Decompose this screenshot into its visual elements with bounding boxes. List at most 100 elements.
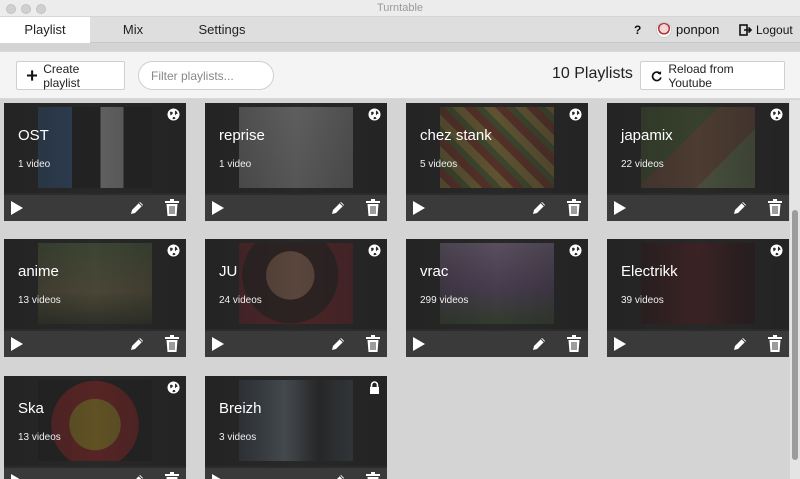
trash-icon[interactable] <box>768 335 782 352</box>
play-icon[interactable] <box>10 336 24 352</box>
pencil-icon[interactable] <box>732 336 748 352</box>
trash-icon[interactable] <box>165 472 179 479</box>
globe-icon <box>569 108 582 121</box>
playlist-card-anime[interactable]: anime 13 videos <box>4 239 186 357</box>
playlist-title: reprise <box>219 127 265 144</box>
avatar <box>656 22 672 38</box>
pencil-icon[interactable] <box>129 473 145 479</box>
playlist-card-breizh[interactable]: Breizh 3 videos <box>205 376 387 479</box>
create-playlist-button[interactable]: Create playlist <box>16 61 125 90</box>
playlist-actions <box>406 195 588 221</box>
pencil-icon[interactable] <box>531 200 547 216</box>
playlist-card-electrikk[interactable]: Electrikk 39 videos <box>607 239 789 357</box>
playlist-title: japamix <box>621 127 673 144</box>
playlist-actions <box>205 331 387 357</box>
pencil-icon[interactable] <box>732 200 748 216</box>
playlist-grid: OST 1 video reprise 1 video chez stank 5… <box>0 100 790 479</box>
playlist-video-count: 1 video <box>18 159 51 170</box>
thumbnail-overlay <box>4 103 186 193</box>
trash-icon[interactable] <box>165 199 179 216</box>
reload-label: Reload from Youtube <box>668 61 734 90</box>
plus-icon <box>27 70 38 81</box>
tab-settings[interactable]: Settings <box>176 17 268 43</box>
username: ponpon <box>676 22 720 37</box>
pencil-icon[interactable] <box>129 200 145 216</box>
tab-mix[interactable]: Mix <box>90 17 176 43</box>
playlist-card-reprise[interactable]: reprise 1 video <box>205 103 387 221</box>
play-icon[interactable] <box>10 200 24 216</box>
play-icon[interactable] <box>211 200 225 216</box>
trash-icon[interactable] <box>366 335 380 352</box>
play-icon[interactable] <box>613 336 627 352</box>
trash-icon[interactable] <box>165 335 179 352</box>
playlist-card-vrac[interactable]: vrac 299 videos <box>406 239 588 357</box>
filter-playlists-input[interactable] <box>138 61 274 90</box>
playlist-card-japamix[interactable]: japamix 22 videos <box>607 103 789 221</box>
user-menu[interactable]: ponpon <box>656 17 719 43</box>
playlist-card-chez-stank[interactable]: chez stank 5 videos <box>406 103 588 221</box>
logout-button[interactable]: Logout <box>739 17 793 43</box>
globe-icon <box>167 244 180 257</box>
pencil-icon[interactable] <box>129 336 145 352</box>
playlist-video-count: 13 videos <box>18 295 61 306</box>
play-icon[interactable] <box>412 200 426 216</box>
play-icon[interactable] <box>10 473 24 479</box>
tab-playlist[interactable]: Playlist <box>0 17 90 43</box>
main-nav: Playlist Mix Settings ? ponpon Logout <box>0 17 800 43</box>
trash-icon[interactable] <box>366 472 380 479</box>
pencil-icon[interactable] <box>330 336 346 352</box>
globe-icon <box>569 244 582 257</box>
playlist-card-ska[interactable]: Ska 13 videos <box>4 376 186 479</box>
play-icon[interactable] <box>613 200 627 216</box>
window-title: Turntable <box>376 2 424 14</box>
create-playlist-label: Create playlist <box>43 61 80 90</box>
playlist-video-count: 299 videos <box>420 295 469 306</box>
pencil-icon[interactable] <box>330 200 346 216</box>
logout-label: Logout <box>756 23 793 37</box>
lock-icon <box>370 381 379 394</box>
thumbnail-overlay <box>406 103 588 193</box>
trash-icon[interactable] <box>567 199 581 216</box>
help-button[interactable]: ? <box>634 17 641 43</box>
globe-icon <box>167 108 180 121</box>
globe-icon <box>770 108 783 121</box>
reload-youtube-button[interactable]: Reload from Youtube <box>640 61 785 90</box>
play-icon[interactable] <box>211 336 225 352</box>
play-icon[interactable] <box>211 473 225 479</box>
thumbnail-overlay <box>205 103 387 193</box>
playlist-title: anime <box>18 263 59 280</box>
thumbnail-overlay <box>205 376 387 466</box>
playlist-actions <box>205 468 387 479</box>
window-titlebar: Turntable <box>0 0 800 17</box>
playlist-video-count: 39 videos <box>621 295 664 306</box>
trash-icon[interactable] <box>567 335 581 352</box>
playlist-card-ju[interactable]: JU 24 videos <box>205 239 387 357</box>
playlist-title: Ska <box>18 400 44 417</box>
scrollbar-thumb[interactable] <box>792 210 798 460</box>
trash-icon[interactable] <box>366 199 380 216</box>
playlist-actions <box>4 468 186 479</box>
pencil-icon[interactable] <box>330 473 346 479</box>
globe-icon <box>770 244 783 257</box>
playlist-actions <box>607 331 789 357</box>
playlist-video-count: 1 video <box>219 159 252 170</box>
play-icon[interactable] <box>412 336 426 352</box>
globe-icon <box>368 108 381 121</box>
playlist-actions <box>205 195 387 221</box>
playlist-actions <box>4 331 186 357</box>
playlist-title: Electrikk <box>621 263 678 280</box>
trash-icon[interactable] <box>768 199 782 216</box>
thumbnail-overlay <box>607 239 789 329</box>
playlist-title: OST <box>18 127 49 144</box>
grid-scrollbar[interactable] <box>790 100 800 479</box>
logout-icon <box>739 24 752 36</box>
toolbar: Create playlist 10 Playlists Reload from… <box>0 51 800 99</box>
thumbnail-overlay <box>406 239 588 329</box>
playlist-title: Breizh <box>219 400 262 417</box>
globe-icon <box>368 244 381 257</box>
pencil-icon[interactable] <box>531 336 547 352</box>
playlist-video-count: 3 videos <box>219 432 257 443</box>
refresh-icon <box>651 70 662 81</box>
playlist-video-count: 13 videos <box>18 432 61 443</box>
playlist-card-ost[interactable]: OST 1 video <box>4 103 186 221</box>
